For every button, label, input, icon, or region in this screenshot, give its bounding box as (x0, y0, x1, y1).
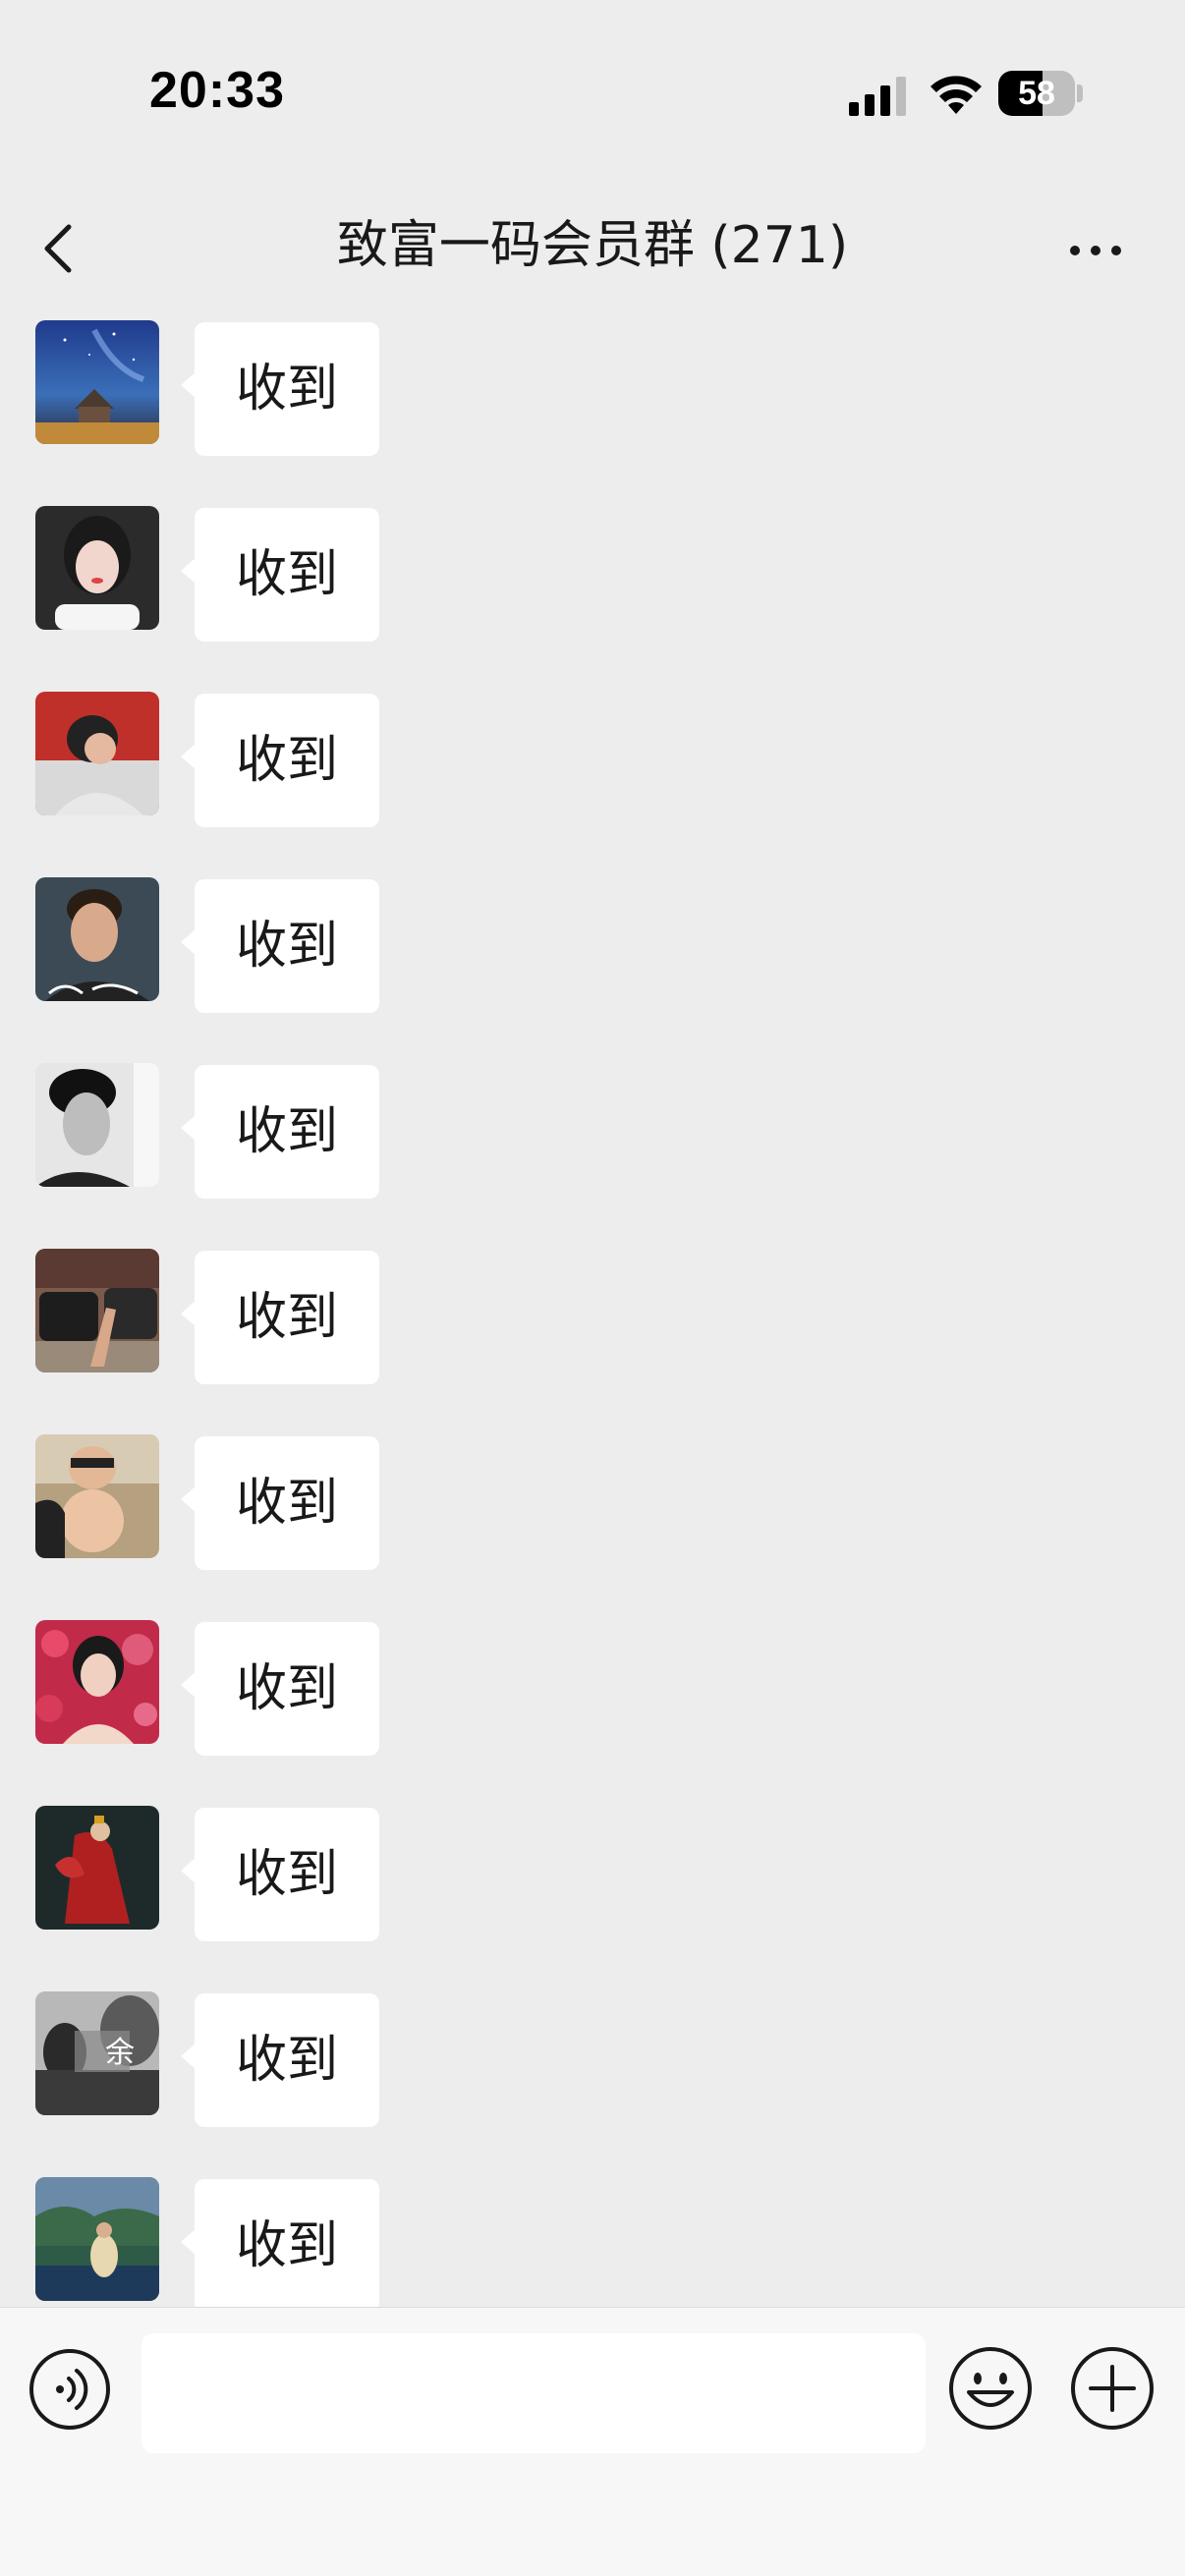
emoji-icon (949, 2347, 1032, 2430)
battery-percent: 58 (1018, 75, 1055, 112)
avatar[interactable]: 余 (35, 1991, 159, 2115)
message-bubble[interactable]: 收到 (180, 879, 380, 1013)
message-bubble[interactable]: 收到 (180, 1251, 380, 1384)
message-bubble[interactable]: 收到 (180, 508, 380, 642)
message-bubble[interactable]: 收到 (180, 1065, 380, 1199)
status-bar: 20:33 58 (0, 0, 1185, 187)
avatar[interactable] (35, 692, 159, 815)
status-time: 20:33 (149, 62, 285, 119)
more-functions-button[interactable] (1069, 2345, 1156, 2432)
more-options-button[interactable] (1061, 216, 1130, 285)
battery-icon: 58 (998, 71, 1083, 116)
message-bubble[interactable]: 收到 (180, 322, 380, 456)
message-row: 收到 (0, 692, 1185, 839)
avatar-overlay-text: 余 (105, 2036, 135, 2070)
message-row: 收到 (0, 320, 1185, 468)
message-bubble[interactable]: 收到 (180, 1993, 380, 2127)
avatar[interactable] (35, 506, 159, 630)
avatar[interactable] (35, 1063, 159, 1187)
message-bubble[interactable]: 收到 (180, 1436, 380, 1570)
more-dots-icon (1070, 246, 1080, 255)
message-row: 收到 (0, 1063, 1185, 1210)
message-bubble[interactable]: 收到 (180, 2179, 380, 2313)
avatar[interactable] (35, 877, 159, 1001)
message-row: 收到 (0, 2177, 1185, 2324)
message-bubble[interactable]: 收到 (180, 694, 380, 827)
message-input[interactable] (141, 2333, 926, 2453)
wifi-icon (931, 76, 982, 114)
avatar[interactable] (35, 1620, 159, 1744)
message-bubble[interactable]: 收到 (180, 1622, 380, 1756)
message-row: 收到 (0, 877, 1185, 1025)
message-row: 收到 (0, 1249, 1185, 1396)
cellular-signal-icon (849, 77, 906, 116)
avatar[interactable] (35, 1806, 159, 1930)
message-row: 收到 (0, 506, 1185, 653)
voice-input-button[interactable] (28, 2347, 112, 2432)
message-row: 收到 (0, 1806, 1185, 1953)
plus-icon (1071, 2347, 1154, 2430)
message-row: 收到 (0, 1620, 1185, 1767)
nav-bar: 致富一码会员群 (271) (0, 187, 1185, 314)
avatar[interactable] (35, 320, 159, 444)
avatar[interactable] (35, 2177, 159, 2301)
message-row: 余 收到 (0, 1991, 1185, 2139)
avatar[interactable] (35, 1434, 159, 1558)
message-bubble[interactable]: 收到 (180, 1808, 380, 1941)
emoji-button[interactable] (947, 2345, 1034, 2432)
input-bar (0, 2307, 1185, 2576)
avatar[interactable] (35, 1249, 159, 1372)
chat-title: 致富一码会员群 (271) (336, 216, 849, 275)
message-row: 收到 (0, 1434, 1185, 1582)
voice-icon (29, 2349, 110, 2430)
